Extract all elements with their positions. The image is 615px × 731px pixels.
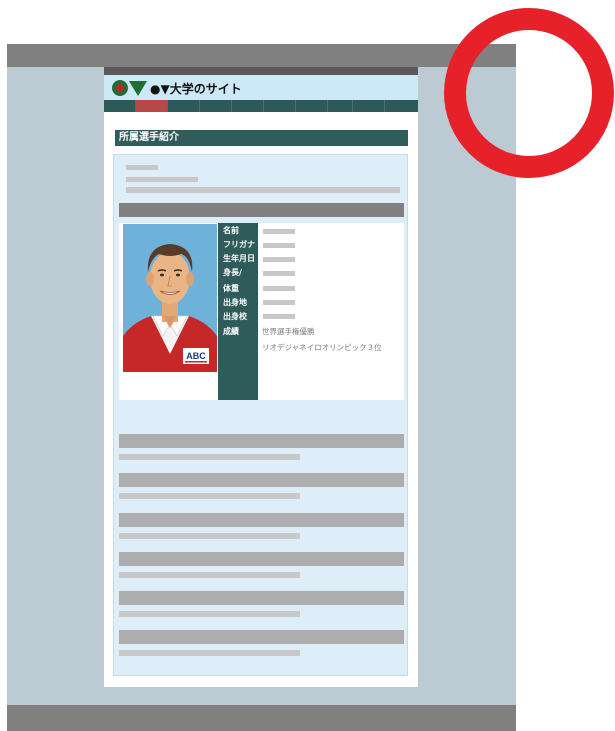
placeholder-line-2 bbox=[119, 493, 300, 499]
nav-item-3[interactable] bbox=[168, 100, 200, 112]
achievement-1: 世界選手権優勝 bbox=[262, 327, 315, 336]
red-ring-icon bbox=[444, 8, 614, 178]
label-school: 出身校 bbox=[223, 312, 247, 321]
placeholder-heading-3 bbox=[119, 513, 404, 527]
value-placeholder-furigana bbox=[263, 243, 295, 248]
placeholder-line-4 bbox=[119, 572, 300, 578]
placeholder-heading-6 bbox=[119, 630, 404, 644]
placeholder-heading-2 bbox=[119, 473, 404, 487]
placeholder-heading-5 bbox=[119, 591, 404, 605]
placeholder-heading-4 bbox=[119, 552, 404, 566]
profile-heading-bar bbox=[119, 203, 404, 217]
value-placeholder-hometown bbox=[263, 300, 295, 305]
label-name: 名前 bbox=[223, 226, 239, 235]
athlete-profile-card: ABC 名前 フリガナ 生年月日 身長/ 体重 出身地 出身校 成績 世界選手権… bbox=[119, 223, 404, 400]
nav-item-9[interactable] bbox=[353, 100, 385, 112]
achievement-2: リオデジャネイロオリンピック３位 bbox=[262, 343, 382, 352]
value-placeholder-name bbox=[263, 229, 295, 234]
triangle-logo-icon bbox=[129, 80, 147, 96]
site-logo[interactable]: ●▼大学のサイト bbox=[112, 78, 252, 98]
athlete-photo: ABC bbox=[123, 224, 217, 372]
profile-label-column: 名前 フリガナ 生年月日 身長/ 体重 出身地 出身校 成績 bbox=[218, 223, 258, 400]
university-logo-icon bbox=[112, 80, 128, 96]
browser-frame: ●▼大学のサイト 所属選手紹介 ABC 名前 フリガナ 生年月日 身長/ 体重 … bbox=[7, 44, 516, 731]
athlete-portrait-illustration: ABC bbox=[123, 224, 217, 372]
content-panel: ABC 名前 フリガナ 生年月日 身長/ 体重 出身地 出身校 成績 世界選手権… bbox=[113, 154, 408, 676]
nav-item-10[interactable] bbox=[385, 100, 398, 112]
placeholder-line-3 bbox=[119, 533, 300, 539]
intro-placeholder-2 bbox=[126, 177, 198, 182]
placeholder-line-5 bbox=[119, 611, 300, 617]
nav-item-7[interactable] bbox=[296, 100, 328, 112]
site-header: ●▼大学のサイト bbox=[104, 75, 418, 100]
page-top-strip bbox=[104, 67, 418, 75]
label-weight: 体重 bbox=[223, 284, 239, 293]
label-hometown: 出身地 bbox=[223, 298, 247, 307]
nav-item-1[interactable] bbox=[104, 100, 136, 112]
intro-placeholder-1 bbox=[126, 165, 158, 170]
frame-top-bar bbox=[7, 44, 516, 67]
label-furigana: フリガナ bbox=[223, 240, 255, 249]
value-placeholder-height bbox=[263, 271, 295, 276]
value-placeholder-birthdate bbox=[263, 257, 295, 262]
placeholder-heading-1 bbox=[119, 434, 404, 448]
frame-bottom-bar bbox=[7, 705, 516, 731]
jersey-logo-text: ABC bbox=[186, 351, 206, 361]
label-birthdate: 生年月日 bbox=[223, 254, 255, 263]
placeholder-line-6 bbox=[119, 650, 300, 656]
label-results: 成績 bbox=[223, 327, 239, 336]
value-placeholder-school bbox=[263, 314, 295, 319]
value-placeholder-weight bbox=[263, 286, 295, 291]
section-title: 所属選手紹介 bbox=[115, 130, 408, 146]
placeholder-line-1 bbox=[119, 454, 300, 460]
nav-item-5[interactable] bbox=[232, 100, 264, 112]
site-title: ●▼大学のサイト bbox=[150, 81, 242, 96]
label-height: 身長/ bbox=[223, 268, 242, 277]
intro-placeholder-3 bbox=[126, 187, 400, 193]
web-page: ●▼大学のサイト 所属選手紹介 ABC 名前 フリガナ 生年月日 身長/ 体重 … bbox=[104, 67, 418, 687]
nav-item-6[interactable] bbox=[264, 100, 296, 112]
nav-item-2[interactable] bbox=[136, 100, 168, 112]
global-nav bbox=[104, 100, 418, 112]
nav-item-4[interactable] bbox=[200, 100, 232, 112]
nav-item-8[interactable] bbox=[328, 100, 353, 112]
